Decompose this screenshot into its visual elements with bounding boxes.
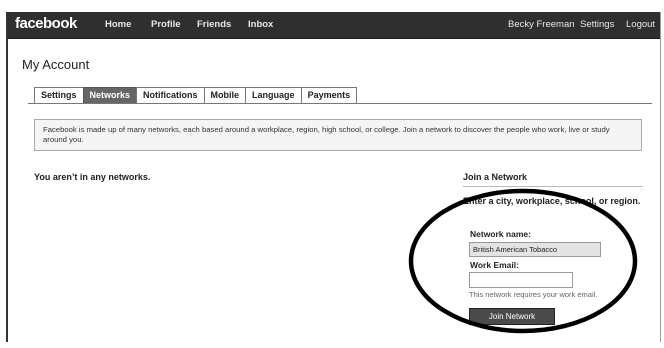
settings-link[interactable]: Settings: [580, 19, 614, 30]
user-name-link[interactable]: Becky Freeman: [508, 19, 575, 30]
join-network-panel: Join a Network Enter a city, workplace, …: [463, 166, 651, 336]
account-tabs: Settings Networks Notifications Mobile L…: [34, 87, 358, 104]
tab-divider: [28, 103, 652, 104]
network-name-input[interactable]: British American Tobacco: [469, 242, 601, 257]
logout-link[interactable]: Logout: [626, 19, 655, 30]
work-email-hint: This network requires your work email.: [469, 290, 598, 299]
network-name-label: Network name:: [470, 229, 531, 239]
nav-friends-link[interactable]: Friends: [197, 19, 231, 30]
join-network-prompt: Enter a city, workplace, school, or regi…: [463, 196, 641, 206]
work-email-input[interactable]: [469, 272, 573, 288]
tab-settings[interactable]: Settings: [34, 87, 83, 104]
no-networks-message: You aren’t in any networks.: [34, 172, 151, 182]
tab-payments[interactable]: Payments: [300, 87, 358, 104]
tab-networks[interactable]: Networks: [82, 87, 137, 104]
tab-notifications[interactable]: Notifications: [136, 87, 204, 104]
facebook-logo[interactable]: facebook: [15, 15, 77, 32]
browser-page: facebook Home Profile Friends Inbox Beck…: [6, 12, 661, 342]
join-network-button[interactable]: Join Network: [469, 308, 555, 325]
join-network-heading: Join a Network: [463, 172, 643, 187]
tab-mobile[interactable]: Mobile: [203, 87, 246, 104]
nav-profile-link[interactable]: Profile: [151, 19, 181, 30]
work-email-label: Work Email:: [470, 260, 519, 270]
nav-inbox-link[interactable]: Inbox: [248, 19, 273, 30]
nav-home-link[interactable]: Home: [105, 19, 131, 30]
page-title: My Account: [22, 57, 90, 72]
networks-info-box: Facebook is made up of many networks, ea…: [34, 119, 642, 151]
tab-language[interactable]: Language: [245, 87, 301, 104]
top-navigation-bar: facebook Home Profile Friends Inbox Beck…: [8, 12, 660, 39]
